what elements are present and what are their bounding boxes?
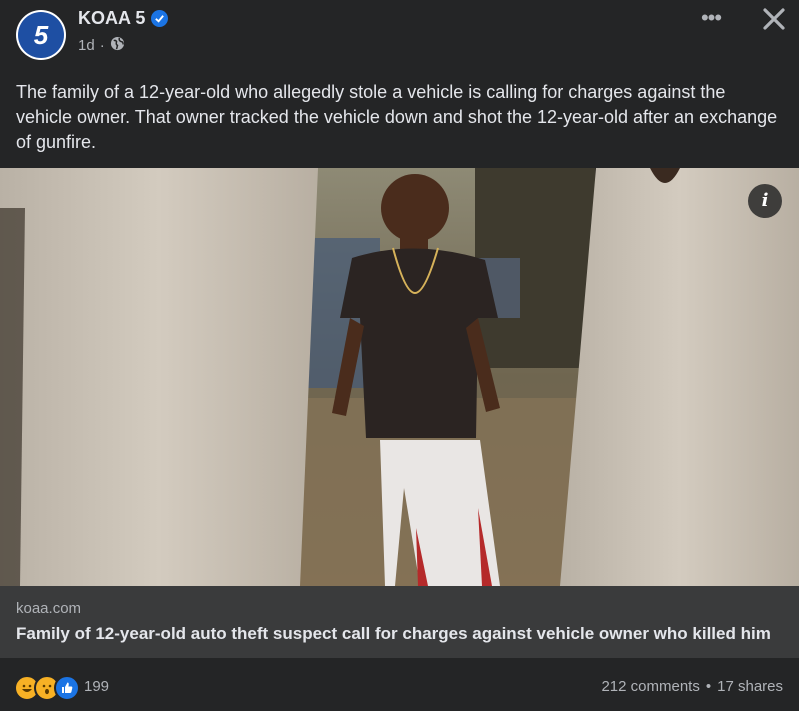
post-header: 5 KOAA 5 1d · •••: [0, 0, 799, 70]
post-footer: 199 212 comments • 17 shares: [0, 660, 799, 711]
stats-separator: •: [705, 678, 712, 695]
like-icon: [54, 675, 80, 701]
link-preview[interactable]: koaa.com Family of 12-year-old auto thef…: [0, 586, 799, 658]
meta-separator: ·: [99, 37, 105, 54]
shares-count[interactable]: 17 shares: [717, 678, 783, 695]
close-button[interactable]: [758, 4, 790, 36]
info-button[interactable]: i: [748, 184, 782, 218]
reaction-count[interactable]: 199: [84, 678, 109, 695]
page-avatar[interactable]: 5: [16, 10, 66, 60]
comments-count[interactable]: 212 comments: [601, 678, 699, 695]
post-meta: 1d ·: [78, 36, 125, 55]
close-icon: [763, 8, 785, 30]
reaction-icons[interactable]: [14, 675, 80, 701]
post-photo[interactable]: [0, 168, 799, 586]
koaa-logo: 5: [18, 12, 64, 58]
post-caption: The family of a 12-year-old who allegedl…: [16, 82, 778, 152]
page-name-link[interactable]: KOAA 5: [78, 8, 169, 29]
post-time[interactable]: 1d: [78, 37, 95, 54]
link-title[interactable]: Family of 12-year-old auto theft suspect…: [16, 624, 771, 644]
post-stats: 212 comments • 17 shares: [601, 678, 783, 695]
more-options-button[interactable]: •••: [696, 6, 726, 36]
verified-badge-icon: [151, 10, 169, 27]
photo-image: [0, 168, 799, 586]
link-domain: koaa.com: [16, 600, 82, 617]
globe-icon: [110, 36, 125, 55]
page-name: KOAA 5: [78, 8, 146, 28]
